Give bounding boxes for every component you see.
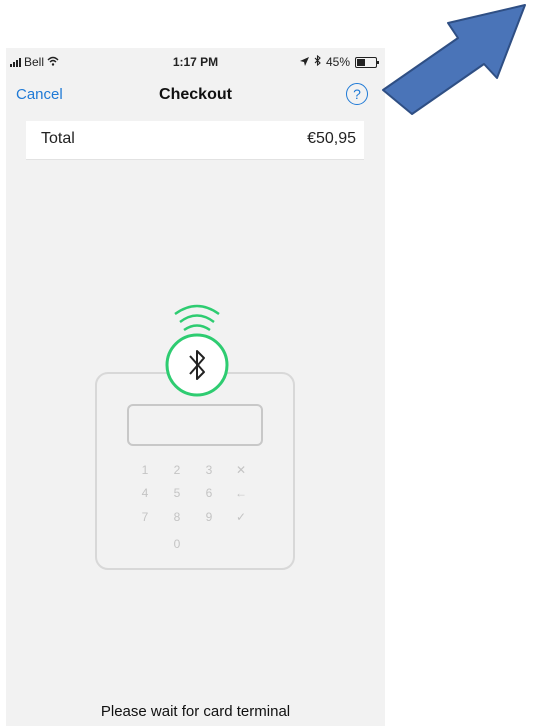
battery-percent: 45% — [325, 55, 350, 69]
keypad-key: 5 — [174, 486, 181, 500]
location-icon — [299, 55, 309, 69]
keypad-key: 7 — [142, 510, 149, 524]
status-bar: Bell 1:17 PM 45% — [6, 48, 385, 74]
annotation-arrow-icon — [382, 4, 526, 115]
keypad-key: ✕ — [236, 463, 246, 477]
wait-message: Please wait for card terminal — [100, 703, 291, 720]
bluetooth-circle-icon — [165, 333, 229, 397]
keypad-key: 6 — [206, 486, 213, 500]
keypad-key: 1 — [142, 463, 149, 477]
help-button[interactable]: ? — [346, 83, 368, 105]
total-label: Total — [41, 130, 75, 147]
nav-bar: Cancel Checkout ? — [6, 74, 385, 114]
keypad-key: 8 — [174, 510, 181, 524]
total-value: €50,95 — [307, 130, 356, 147]
keypad-key: ✓ — [236, 510, 246, 524]
keypad-key: 4 — [142, 486, 149, 500]
keypad-key: 0 — [174, 537, 181, 551]
status-right: 45% — [299, 54, 379, 69]
total-row: Total €50,95 — [26, 121, 364, 160]
phone-screen: Bell 1:17 PM 45% Cancel Checkout ? Total… — [6, 48, 385, 726]
battery-fill — [357, 58, 365, 66]
keypad-key: 9 — [206, 510, 213, 524]
battery-icon — [355, 56, 379, 68]
bluetooth-icon — [314, 54, 321, 69]
terminal-screen — [127, 404, 263, 446]
page-title: Checkout — [159, 86, 232, 103]
keypad-key: 3 — [206, 463, 213, 477]
card-terminal-icon: 1 2 3 ✕ 4 5 6 ← 7 8 9 ✓ 0 — [95, 372, 295, 570]
keypad-key: 2 — [174, 463, 181, 477]
signal-waves-icon — [174, 304, 220, 332]
keypad: 1 2 3 ✕ 4 5 6 ← 7 8 9 ✓ 0 — [142, 463, 247, 551]
keypad-key: ← — [235, 486, 247, 500]
card-terminal-illustration: 1 2 3 ✕ 4 5 6 ← 7 8 9 ✓ 0 — [95, 304, 295, 570]
